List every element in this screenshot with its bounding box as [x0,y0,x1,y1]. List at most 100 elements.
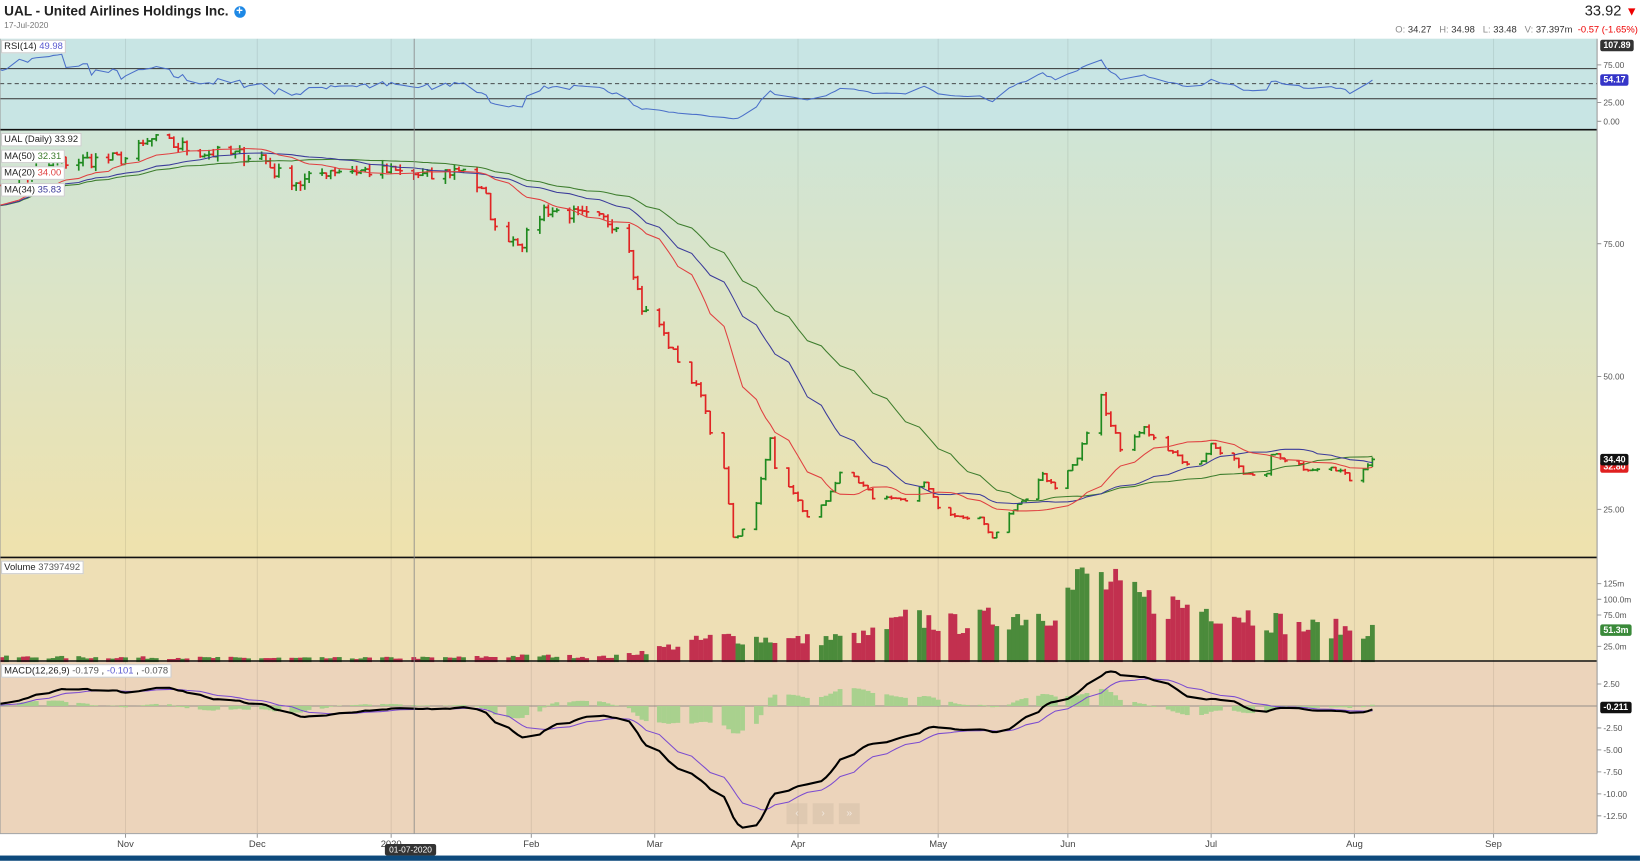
volume-bar [800,643,806,663]
macd-histogram-bar [461,704,466,706]
macd-histogram-bar [1137,703,1142,706]
macd-histogram-bar [354,704,360,706]
macd-histogram-bar [579,700,585,706]
macd-histogram-bar [626,705,632,709]
volume-bar [985,607,991,663]
macd-histogram-bar [358,704,364,706]
macd-histogram-bar [661,705,667,724]
price-axis-label: 25.00 [1603,504,1624,514]
macd-value: -0.179 [72,665,99,676]
macd-histogram-bar [1040,694,1046,706]
volume-bar [977,609,983,663]
price-axis-label: 50.00 [1603,372,1624,382]
macd-histogram-bar [118,705,124,708]
macd-histogram-bar [306,705,312,710]
macd-histogram-bar [693,705,699,723]
macd-histogram-bar [1184,705,1190,716]
macd-label: MACD(12,26,9) [4,665,70,676]
volume-bar [1208,621,1214,663]
macd-histogram-bar [635,705,641,716]
macd-histogram-bar [675,705,681,723]
macd-axis-label: -2.50 [1603,723,1622,733]
scroll-right-button[interactable]: › [812,803,834,825]
volume-bar [758,642,764,663]
volume-bar [926,615,932,663]
volume-bar [1065,587,1071,663]
scroll-end-button[interactable]: » [838,803,860,825]
volume-bar [1315,622,1320,663]
macd-histogram-bar [804,697,810,706]
volume-bar [903,609,908,663]
scroll-left-button[interactable]: ‹ [786,803,808,825]
macd-histogram-bar [994,705,1000,707]
macd-histogram-bar [800,696,806,706]
ma20-label: MA(20) [4,167,36,178]
macd-histogram-bar [554,702,560,706]
x-axis-label: Apr [791,838,806,849]
volume-bar [1217,623,1223,663]
rsi-axis-label: 75.00 [1603,60,1624,70]
macd-histogram-bar [1146,705,1152,706]
price-bar [893,497,899,500]
macd-histogram-bar [786,694,792,706]
rsi-last-tag: 54.17 [1600,74,1629,86]
volume-bar [1015,614,1021,663]
volume-bar [1070,589,1076,663]
volume-bar [1268,632,1274,663]
macd-histogram-bar [726,705,732,730]
volume-bar [889,617,894,663]
macd-histogram-bar [474,705,480,707]
macd-histogram-bar [1084,692,1090,706]
volume-bar [861,630,866,663]
macd-histogram-bar [50,700,56,706]
volume-bar [1079,567,1085,663]
volume-bar [917,610,922,663]
volume-bar [870,627,876,663]
macd-histogram-bar [767,697,773,706]
macd-histogram-bar [861,689,866,706]
macd-histogram-bar [851,688,857,706]
macd-histogram-bar [1213,705,1219,711]
volume-bar [666,644,672,663]
volume-bar [981,610,987,663]
macd-last-tag: -0.211 [1600,701,1632,714]
ma20-value: 34.00 [37,167,62,178]
macd-histogram-bar [605,703,611,706]
volume-bar [956,633,962,663]
macd-histogram-bar [228,705,234,710]
macd-histogram-bar [1328,705,1334,708]
macd-histogram-bar [935,699,941,706]
macd-histogram-bar [80,703,86,706]
volume-bar [693,635,699,663]
macd-histogram-bar [1117,699,1123,706]
price-legend: UAL (Daily) 33.92 [1,132,82,147]
price-value: 33.92 [54,133,79,145]
macd-histogram-bar [614,705,619,706]
macd-histogram-bar [140,705,146,706]
chart-canvas[interactable]: 75.00 25.00 0.00 75.00 50.00 25.00 125m 100.0m 7… [0,0,1640,861]
volume-bar [721,634,727,663]
macd-histogram-bar [524,705,530,716]
volume-bar [851,632,857,663]
macd-histogram-bar [393,704,399,706]
volume-bar [675,646,681,663]
volume-bar [786,638,792,663]
ma34-label: MA(34) [4,184,36,195]
macd-histogram-bar [202,705,207,711]
x-axis-label: Nov [117,838,134,849]
macd-histogram-bar [55,700,60,706]
x-axis-label: Dec [249,838,266,849]
macd-histogram-bar [707,705,713,723]
volume-bar [898,616,904,663]
volume-bar [698,639,704,663]
macd-histogram-bar [721,705,727,726]
ma34-legend: MA(34) 35.83 [1,183,65,197]
macd-histogram-bar [180,705,186,708]
macd-histogram-bar [818,697,824,706]
volume-bar [767,642,773,663]
macd-histogram-bar [1023,698,1029,706]
volume-bar [1184,604,1190,663]
rsi-axis-label: 25.00 [1603,98,1624,108]
separator: , [101,665,105,676]
volume-bar [1296,621,1302,663]
